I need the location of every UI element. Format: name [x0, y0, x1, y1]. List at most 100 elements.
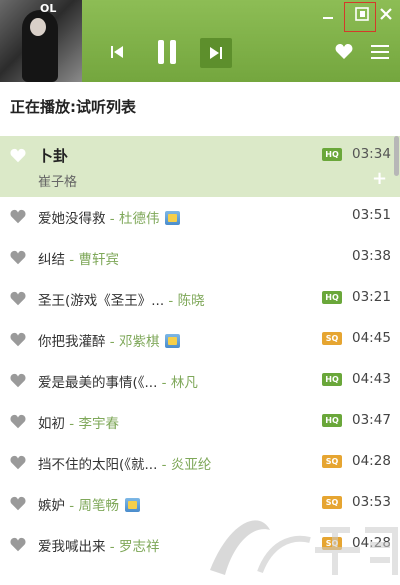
- artist-separator: -: [65, 416, 79, 432]
- song-title: 嫉妒 - 周笔畅: [38, 494, 140, 514]
- song-title: 圣王(游戏《圣王》... - 陈晓: [38, 289, 205, 309]
- song-artist[interactable]: 杜德伟: [119, 211, 160, 227]
- song-title: 爱我喊出来 - 罗志祥: [38, 535, 159, 555]
- song-duration: 04:43: [352, 371, 391, 387]
- song-title-text: 爱是最美的事情(《...: [38, 375, 158, 391]
- song-title-text: 你把我灌醉: [38, 334, 106, 350]
- minimize-icon: [323, 17, 333, 19]
- heart-icon[interactable]: [10, 250, 26, 266]
- song-artist[interactable]: 炎亚纶: [171, 457, 212, 473]
- song-row[interactable]: 爱是最美的事情(《... - 林凡 HQ 04:43: [0, 361, 400, 402]
- heart-icon[interactable]: [10, 209, 26, 225]
- vip-icon: [124, 498, 140, 512]
- artist-separator: -: [105, 334, 119, 350]
- pause-button[interactable]: [150, 36, 184, 68]
- artist-separator: -: [105, 211, 119, 227]
- heart-icon: [335, 44, 353, 59]
- song-title-text: 卜卦: [38, 147, 69, 165]
- song-title-text: 嫉妒: [38, 498, 65, 514]
- minimize-button[interactable]: [318, 4, 338, 24]
- song-title-text: 圣王(游戏《圣王》...: [38, 293, 165, 309]
- song-artist[interactable]: 陈晓: [178, 293, 205, 309]
- prev-icon: [111, 46, 123, 58]
- heart-icon[interactable]: [10, 291, 26, 307]
- quality-badge: SQ: [322, 496, 342, 509]
- song-list: 卜卦崔子格 + HQ 03:34 爱她没得救 - 杜德伟 03:51 纠结 - 曹轩宾 03:…: [0, 136, 400, 566]
- song-artist[interactable]: 周笔畅: [78, 498, 119, 514]
- next-button[interactable]: [200, 38, 232, 68]
- song-title: 卜卦: [38, 145, 68, 166]
- song-artist[interactable]: 邓紫棋: [119, 334, 160, 350]
- artist-separator: -: [105, 539, 119, 555]
- song-duration: 03:21: [352, 289, 391, 305]
- song-duration: 04:28: [352, 453, 391, 469]
- add-icon[interactable]: +: [372, 168, 387, 189]
- song-duration: 03:53: [352, 494, 391, 510]
- song-row[interactable]: 爱我喊出来 - 罗志祥 SQ 04:28: [0, 525, 400, 566]
- song-artist[interactable]: 崔子格: [38, 171, 77, 190]
- quality-badge: SQ: [322, 455, 342, 468]
- heart-icon[interactable]: [10, 148, 26, 164]
- song-row[interactable]: 嫉妒 - 周笔畅 SQ 03:53: [0, 484, 400, 525]
- song-title: 如初 - 李宇春: [38, 412, 119, 432]
- song-title-text: 如初: [38, 416, 65, 432]
- song-duration: 03:51: [352, 207, 391, 223]
- artist-separator: -: [157, 375, 171, 391]
- song-title-text: 爱我喊出来: [38, 539, 106, 555]
- song-artist[interactable]: 曹轩宾: [78, 252, 119, 268]
- song-title: 爱是最美的事情(《... - 林凡: [38, 371, 198, 391]
- player-header: OL: [0, 0, 400, 82]
- song-row[interactable]: 纠结 - 曹轩宾 03:38: [0, 238, 400, 279]
- quality-badge: HQ: [322, 414, 342, 427]
- artist-separator: -: [65, 252, 79, 268]
- quality-badge: SQ: [322, 537, 342, 550]
- song-duration: 03:34: [352, 146, 391, 162]
- heart-icon[interactable]: [10, 373, 26, 389]
- heart-icon[interactable]: [10, 537, 26, 553]
- vip-icon: [165, 211, 181, 225]
- menu-icon: [371, 45, 389, 59]
- song-title: 爱她没得救 - 杜德伟: [38, 207, 181, 227]
- quality-badge: HQ: [322, 148, 342, 161]
- song-duration: 03:47: [352, 412, 391, 428]
- song-title-text: 挡不住的太阳(《就...: [38, 457, 158, 473]
- quality-badge: SQ: [322, 332, 342, 345]
- song-title-text: 爱她没得救: [38, 211, 106, 227]
- pause-icon: [158, 40, 176, 64]
- song-title: 纠结 - 曹轩宾: [38, 248, 119, 268]
- cover-logo-text: OL: [40, 2, 57, 15]
- next-icon: [210, 47, 222, 59]
- artist-separator: -: [65, 498, 79, 514]
- song-title: 挡不住的太阳(《就... - 炎亚纶: [38, 453, 211, 473]
- vip-icon: [165, 334, 181, 348]
- quality-badge: HQ: [322, 373, 342, 386]
- menu-button[interactable]: [370, 42, 390, 62]
- song-row[interactable]: 你把我灌醉 - 邓紫棋 SQ 04:45: [0, 320, 400, 361]
- song-row[interactable]: 圣王(游戏《圣王》... - 陈晓 HQ 03:21: [0, 279, 400, 320]
- song-duration: 03:38: [352, 248, 391, 264]
- album-cover[interactable]: OL: [0, 0, 82, 82]
- artist-separator: -: [164, 293, 178, 309]
- song-duration: 04:45: [352, 330, 391, 346]
- song-row-playing[interactable]: 卜卦崔子格 + HQ 03:34: [0, 136, 400, 197]
- song-title: 你把我灌醉 - 邓紫棋: [38, 330, 181, 350]
- heart-icon[interactable]: [10, 332, 26, 348]
- heart-icon[interactable]: [10, 455, 26, 471]
- mini-mode-highlight-box: [344, 2, 376, 32]
- close-button[interactable]: [376, 4, 396, 24]
- heart-icon[interactable]: [10, 496, 26, 512]
- song-title-text: 纠结: [38, 252, 65, 268]
- close-icon: [380, 8, 392, 20]
- song-artist[interactable]: 罗志祥: [119, 539, 160, 555]
- artist-separator: -: [157, 457, 171, 473]
- scrollbar[interactable]: [394, 136, 399, 176]
- favorite-button[interactable]: [334, 42, 354, 62]
- song-row[interactable]: 如初 - 李宇春 HQ 03:47: [0, 402, 400, 443]
- song-artist[interactable]: 林凡: [171, 375, 198, 391]
- song-artist[interactable]: 李宇春: [78, 416, 119, 432]
- song-row[interactable]: 爱她没得救 - 杜德伟 03:51: [0, 197, 400, 238]
- playlist-title: 正在播放:试听列表: [10, 98, 136, 116]
- heart-icon[interactable]: [10, 414, 26, 430]
- previous-button[interactable]: [100, 36, 134, 68]
- song-row[interactable]: 挡不住的太阳(《就... - 炎亚纶 SQ 04:28: [0, 443, 400, 484]
